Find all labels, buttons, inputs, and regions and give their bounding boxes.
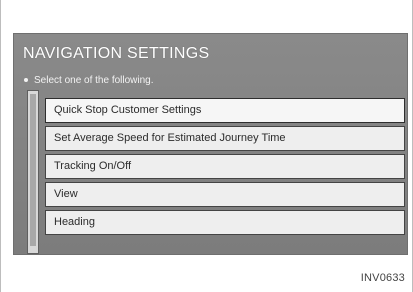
screen-title: NAVIGATION SETTINGS (23, 45, 210, 62)
instruction-text: Select one of the following. (34, 75, 154, 86)
menu-item-view[interactable]: View (45, 182, 405, 207)
instruction-prompt: Select one of the following. (24, 74, 154, 88)
settings-menu: Quick Stop Customer Settings Set Average… (45, 98, 405, 238)
scrollbar[interactable] (27, 90, 39, 254)
figure-code: INV0633 (360, 272, 405, 284)
menu-item-quick-stop-customer-settings[interactable]: Quick Stop Customer Settings (45, 98, 405, 123)
menu-item-heading[interactable]: Heading (45, 210, 405, 235)
scroll-thumb[interactable] (30, 94, 36, 246)
bullet-icon (24, 78, 28, 83)
menu-item-set-average-speed[interactable]: Set Average Speed for Estimated Journey … (45, 126, 405, 151)
navigation-settings-screen: NAVIGATION SETTINGS Select one of the fo… (13, 33, 408, 255)
menu-item-tracking-on-off[interactable]: Tracking On/Off (45, 154, 405, 179)
